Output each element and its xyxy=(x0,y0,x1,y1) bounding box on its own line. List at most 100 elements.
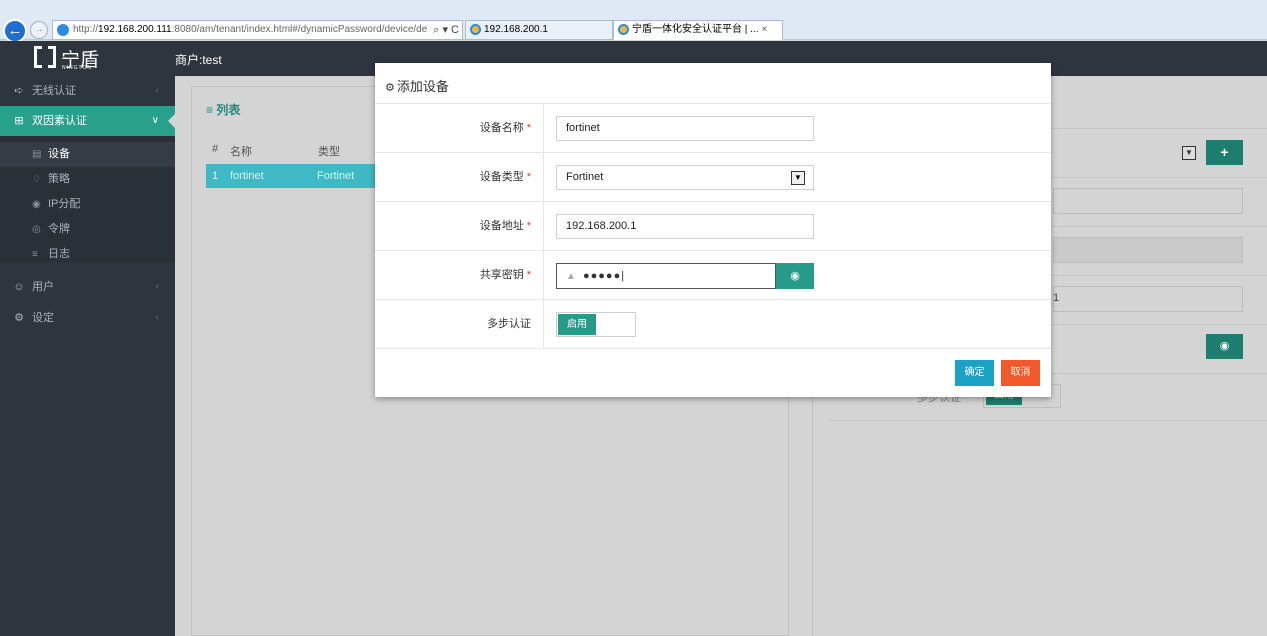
sidebar-subitem-label: 日志 xyxy=(48,248,70,260)
browser-tab-2[interactable]: 宁盾一体化安全认证平台 | ... × xyxy=(613,20,783,40)
device-name-input[interactable]: fortinet xyxy=(556,116,814,141)
close-icon[interactable]: × xyxy=(762,24,768,35)
eye-icon[interactable]: ◉ xyxy=(1206,334,1243,359)
chevron-down-icon[interactable]: ▼ xyxy=(1182,146,1196,160)
chevron-down-icon[interactable]: ▼ xyxy=(791,171,805,185)
address-host: 192.168.200.111 xyxy=(98,24,172,35)
browser-toolbar: ← → http://192.168.200.111:8080/am/tenan… xyxy=(0,0,1267,43)
sidebar-subitem-policy[interactable]: ♢ 策略 xyxy=(0,167,175,192)
modal-footer: 确定 取消 xyxy=(375,348,1051,397)
sidebar-item-label: 用户 xyxy=(32,281,54,293)
tenant-label: 商户:test xyxy=(175,53,222,67)
sidebar-subitem-ip[interactable]: ◉ IP分配 xyxy=(0,192,175,217)
device-type-value: Fortinet xyxy=(566,171,604,183)
detail-input-disabled xyxy=(1053,237,1243,263)
wifi-icon: ➪ xyxy=(14,85,24,97)
form-row-device-type: 设备类型 * Fortinet ▼ xyxy=(375,152,1051,201)
gear-icon: ⚙ xyxy=(14,312,24,324)
plus-box-icon: ⊞ xyxy=(14,115,24,127)
confirm-button[interactable]: 确定 xyxy=(955,360,994,386)
device-address-input[interactable]: 192.168.200.1 xyxy=(556,214,814,239)
sidebar-item-two-factor[interactable]: ⊞ 双因素认证 ∨ xyxy=(0,106,175,136)
logo-mark-icon xyxy=(34,46,56,68)
required-mark: * xyxy=(526,171,531,183)
sidebar-item-settings[interactable]: ⚙ 设定 ‹ xyxy=(0,303,175,333)
divider xyxy=(829,420,1267,421)
form-row-shared-secret: 共享密钥 * ▲ ●●●●●| ◉ xyxy=(375,250,1051,299)
ie-icon xyxy=(470,24,481,35)
logo-sub: NINGTON xyxy=(62,65,92,71)
sidebar-subitem-log[interactable]: ≡ 日志 xyxy=(0,242,175,267)
browser-tab-1[interactable]: 192.168.200.1 xyxy=(465,20,613,40)
tab-label: 192.168.200.1 xyxy=(484,24,548,35)
detail-input[interactable] xyxy=(1053,188,1243,214)
list-icon: ≡ xyxy=(32,249,38,260)
add-button[interactable]: + xyxy=(1206,140,1243,165)
multistep-toggle[interactable]: 启用 xyxy=(556,312,636,337)
column-header-name[interactable]: 名称 xyxy=(230,143,252,159)
required-mark: * xyxy=(526,269,531,281)
lock-icon: ▲ xyxy=(566,271,577,282)
address-bar[interactable]: http://192.168.200.111:8080/am/tenant/in… xyxy=(52,20,463,40)
sidebar-item-wireless[interactable]: ➪ 无线认证 ‹ xyxy=(0,76,175,106)
label-text: 共享密钥 xyxy=(479,269,524,281)
sidebar-item-label: 设定 xyxy=(32,312,54,324)
row-name: fortinet xyxy=(230,170,264,182)
binoculars-icon: ◉ xyxy=(32,199,41,210)
address-controls[interactable]: ⌕ ▾ C xyxy=(429,21,459,39)
row-index: 1 xyxy=(212,170,219,182)
shared-secret-label: 共享密钥 * xyxy=(375,251,544,299)
sidebar-item-label: 无线认证 xyxy=(32,85,76,97)
ie-icon xyxy=(57,24,69,36)
chevron-left-icon: ‹ xyxy=(155,312,159,323)
device-icon: ▤ xyxy=(32,149,42,160)
sidebar-subitem-token[interactable]: ◎ 令牌 xyxy=(0,217,175,242)
device-address-label: 设备地址 * xyxy=(375,202,544,250)
sidebar-subitem-label: 令牌 xyxy=(48,223,70,235)
address-prefix: http:// xyxy=(73,24,99,35)
label-text: 多步认证 xyxy=(487,318,531,330)
sidebar: ➪ 无线认证 ‹ ⊞ 双因素认证 ∨ ▤ 设备 ♢ 策略 ◉ IP分配 ◎ 令牌 ≡ 日志 ☺… xyxy=(0,76,175,636)
column-header-index: # xyxy=(212,143,219,155)
toggle-on-label: 启用 xyxy=(558,314,596,335)
sidebar-submenu: ▤ 设备 ♢ 策略 ◉ IP分配 ◎ 令牌 ≡ 日志 xyxy=(0,136,175,262)
tag-icon: ♢ xyxy=(32,174,41,185)
sidebar-subitem-label: 设备 xyxy=(48,148,70,160)
shared-secret-input[interactable]: ▲ ●●●●●| xyxy=(556,263,776,289)
sidebar-subitem-label: 策略 xyxy=(48,173,70,185)
detail-address-input[interactable] xyxy=(1053,286,1243,312)
chevron-down-icon: ∨ xyxy=(151,115,159,126)
row-type: Fortinet xyxy=(317,170,355,182)
address-path: :8080/am/tenant/index.html#/dynamicPassw… xyxy=(171,24,428,35)
required-mark: * xyxy=(526,122,531,134)
shared-secret-value: ●●●●●| xyxy=(583,270,626,282)
form-row-device-address: 设备地址 * 192.168.200.1 xyxy=(375,201,1051,250)
gears-icon: ⚙ xyxy=(385,82,395,94)
add-device-modal: ⚙ 添加设备 设备名称 * fortinet 设备类型 * Fortinet ▼ 设备… xyxy=(375,63,1051,397)
user-icon: ☺ xyxy=(13,281,25,293)
forward-arrow-icon[interactable]: → xyxy=(30,21,48,39)
sidebar-item-label: 双因素认证 xyxy=(32,115,87,127)
ie-icon xyxy=(618,24,629,35)
sidebar-subitem-device[interactable]: ▤ 设备 xyxy=(0,142,175,167)
device-type-select[interactable]: Fortinet ▼ xyxy=(556,165,814,190)
cancel-button[interactable]: 取消 xyxy=(1001,360,1040,386)
logo: 宁盾 NINGTON xyxy=(34,46,100,72)
list-title: ≡ 列表 xyxy=(206,103,241,117)
back-arrow-icon[interactable]: ← xyxy=(3,19,27,43)
column-header-type[interactable]: 类型 xyxy=(318,143,340,159)
device-name-label: 设备名称 * xyxy=(375,104,544,152)
modal-title-text: 添加设备 xyxy=(396,79,449,94)
chevron-left-icon: ‹ xyxy=(155,85,159,96)
label-text: 设备名称 xyxy=(479,122,524,134)
tab-label: 宁盾一体化安全认证平台 | ... xyxy=(632,24,759,35)
sidebar-item-user[interactable]: ☺ 用户 ‹ xyxy=(0,272,175,302)
form-row-multistep: 多步认证 启用 xyxy=(375,299,1051,348)
modal-title: ⚙ 添加设备 xyxy=(385,76,449,95)
shared-secret-group: ▲ ●●●●●| ◉ xyxy=(556,263,814,289)
label-text: 设备地址 xyxy=(479,220,524,232)
device-type-label: 设备类型 * xyxy=(375,153,544,201)
multistep-label: 多步认证 xyxy=(375,300,544,348)
eye-icon[interactable]: ◉ xyxy=(776,263,814,289)
chevron-left-icon: ‹ xyxy=(155,281,159,292)
